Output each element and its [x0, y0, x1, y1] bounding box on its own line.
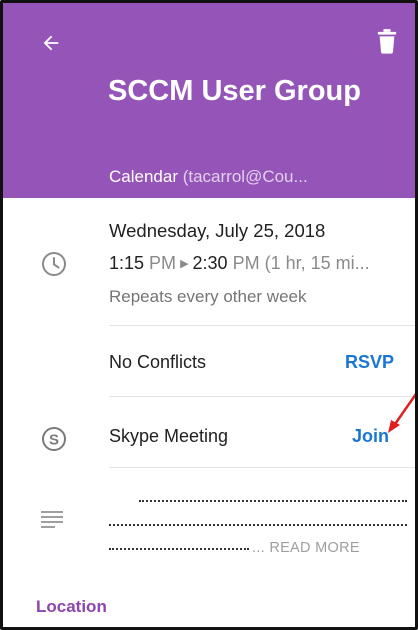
start-time: 1:15: [109, 253, 145, 273]
event-time: 1:15 PM ▶ 2:30 PM (1 hr, 15 mi...: [109, 253, 409, 274]
time-arrow-icon: ▶: [180, 258, 189, 270]
start-ampm: PM: [144, 253, 177, 273]
delete-button[interactable]: [371, 25, 403, 57]
back-button[interactable]: [35, 27, 67, 59]
skype-meeting-label: Skype Meeting: [109, 426, 229, 446]
arrow-left-icon: [43, 35, 59, 51]
read-more-link[interactable]: ... READ MORE: [252, 540, 360, 556]
calendar-name: Calendar (tacarrol@Cou...: [109, 167, 399, 187]
rsvp-button[interactable]: RSVP: [345, 352, 394, 373]
divider: [109, 396, 415, 397]
join-button[interactable]: Join: [352, 426, 389, 447]
clock-icon: [42, 252, 66, 276]
notes-icon: [41, 511, 63, 528]
trash-icon: [377, 29, 397, 54]
location-label: Location: [36, 597, 107, 616]
end-time: 2:30: [192, 253, 228, 273]
notes-text-line: [109, 524, 407, 526]
end-ampm-duration: PM (1 hr, 15 mi...: [227, 253, 370, 273]
repeat-info: Repeats every other week: [109, 287, 307, 306]
event-details-screen: SCCM User Group Calendar (tacarrol@Cou..…: [0, 0, 418, 630]
skype-icon: S: [42, 427, 66, 451]
divider: [109, 325, 415, 326]
event-date: Wednesday, July 25, 2018: [109, 220, 326, 241]
calendar-account: (tacarrol@Cou...: [178, 167, 308, 186]
calendar-prefix: Calendar: [109, 167, 178, 186]
svg-text:S: S: [49, 432, 59, 449]
divider: [109, 467, 415, 468]
notes-text-line: [109, 548, 249, 550]
annotation-arrow-icon: [388, 393, 415, 433]
notes-text-line: [139, 500, 407, 502]
conflicts-label: No Conflicts: [109, 352, 207, 372]
event-title: SCCM User Group: [108, 75, 361, 107]
event-header: SCCM User Group Calendar (tacarrol@Cou..…: [3, 3, 415, 198]
